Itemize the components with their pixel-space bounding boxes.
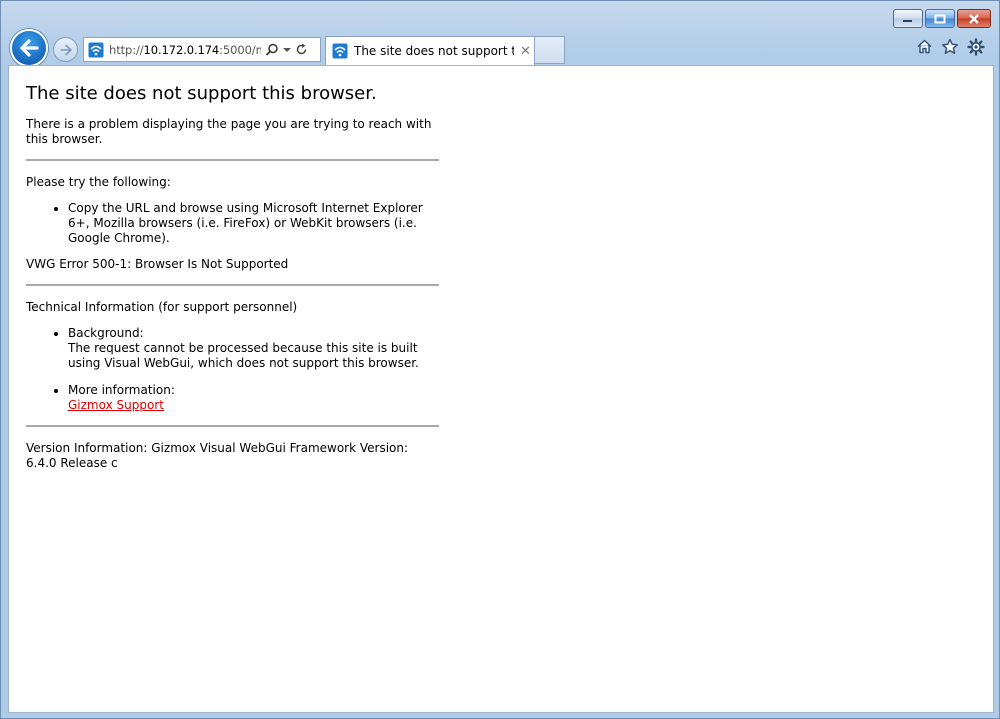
window-caption-buttons xyxy=(893,9,991,28)
tab-title: The site does not support t... xyxy=(354,44,514,58)
back-arrow-icon xyxy=(20,39,39,57)
browser-toolbar-right xyxy=(916,38,985,56)
error-page: The site does not support this browser. … xyxy=(26,82,439,471)
version-info: Version Information: Gizmox Visual WebGu… xyxy=(26,441,409,470)
address-url[interactable]: http://10.172.0.174:5000/ma xyxy=(109,43,261,57)
browser-window: http://10.172.0.174:5000/ma Th xyxy=(0,0,1000,719)
close-icon[interactable]: ✕ xyxy=(520,44,531,59)
site-wifi-icon xyxy=(332,43,348,59)
forward-button[interactable] xyxy=(53,37,78,62)
tab-active[interactable]: The site does not support t... ✕ xyxy=(325,36,535,65)
search-icon[interactable] xyxy=(265,43,279,57)
url-scheme: http:// xyxy=(109,42,144,57)
home-icon[interactable] xyxy=(916,38,933,55)
forward-arrow-icon xyxy=(59,44,72,55)
intro-text: There is a problem displaying the page y… xyxy=(26,117,432,146)
page-title: The site does not support this browser. xyxy=(26,83,377,104)
error-code: VWG Error 500-1: Browser Is Not Supporte… xyxy=(26,257,289,271)
more-info-label: More information: xyxy=(68,383,175,397)
tech-heading: Technical Information (for support perso… xyxy=(26,300,298,314)
background-label: Background: xyxy=(68,326,144,340)
close-window-button[interactable] xyxy=(957,9,991,28)
close-window-icon xyxy=(969,13,979,24)
maximize-button[interactable] xyxy=(925,9,955,28)
minimize-icon xyxy=(903,19,912,22)
url-host: 10.172.0.174 xyxy=(143,42,220,57)
list-item-background: Background: The request cannot be proces… xyxy=(68,326,439,371)
star-icon[interactable] xyxy=(941,38,959,55)
back-button[interactable] xyxy=(10,29,48,67)
gizmox-support-link[interactable]: Gizmox Support xyxy=(68,398,164,412)
divider xyxy=(26,284,439,286)
divider xyxy=(26,159,439,161)
gear-icon[interactable] xyxy=(967,38,985,56)
try-list: Copy the URL and browse using Microsoft … xyxy=(68,201,439,246)
refresh-icon[interactable] xyxy=(295,43,308,56)
background-text: The request cannot be processed because … xyxy=(68,341,419,370)
maximize-icon xyxy=(934,14,946,23)
browser-chrome: http://10.172.0.174:5000/ma Th xyxy=(1,1,999,67)
new-tab-button[interactable] xyxy=(535,36,565,64)
page-viewport: The site does not support this browser. … xyxy=(8,65,994,713)
list-item: Copy the URL and browse using Microsoft … xyxy=(68,201,439,246)
chevron-down-icon[interactable] xyxy=(283,47,291,53)
tech-list: Background: The request cannot be proces… xyxy=(68,326,439,413)
address-bar[interactable]: http://10.172.0.174:5000/ma xyxy=(83,37,321,62)
try-heading: Please try the following: xyxy=(26,175,171,189)
address-tools xyxy=(265,43,308,57)
site-wifi-icon xyxy=(88,42,104,57)
url-rest: :5000/ma xyxy=(219,42,261,57)
divider xyxy=(26,425,439,427)
minimize-button[interactable] xyxy=(893,9,923,28)
list-item-more-info: More information: Gizmox Support xyxy=(68,383,439,413)
